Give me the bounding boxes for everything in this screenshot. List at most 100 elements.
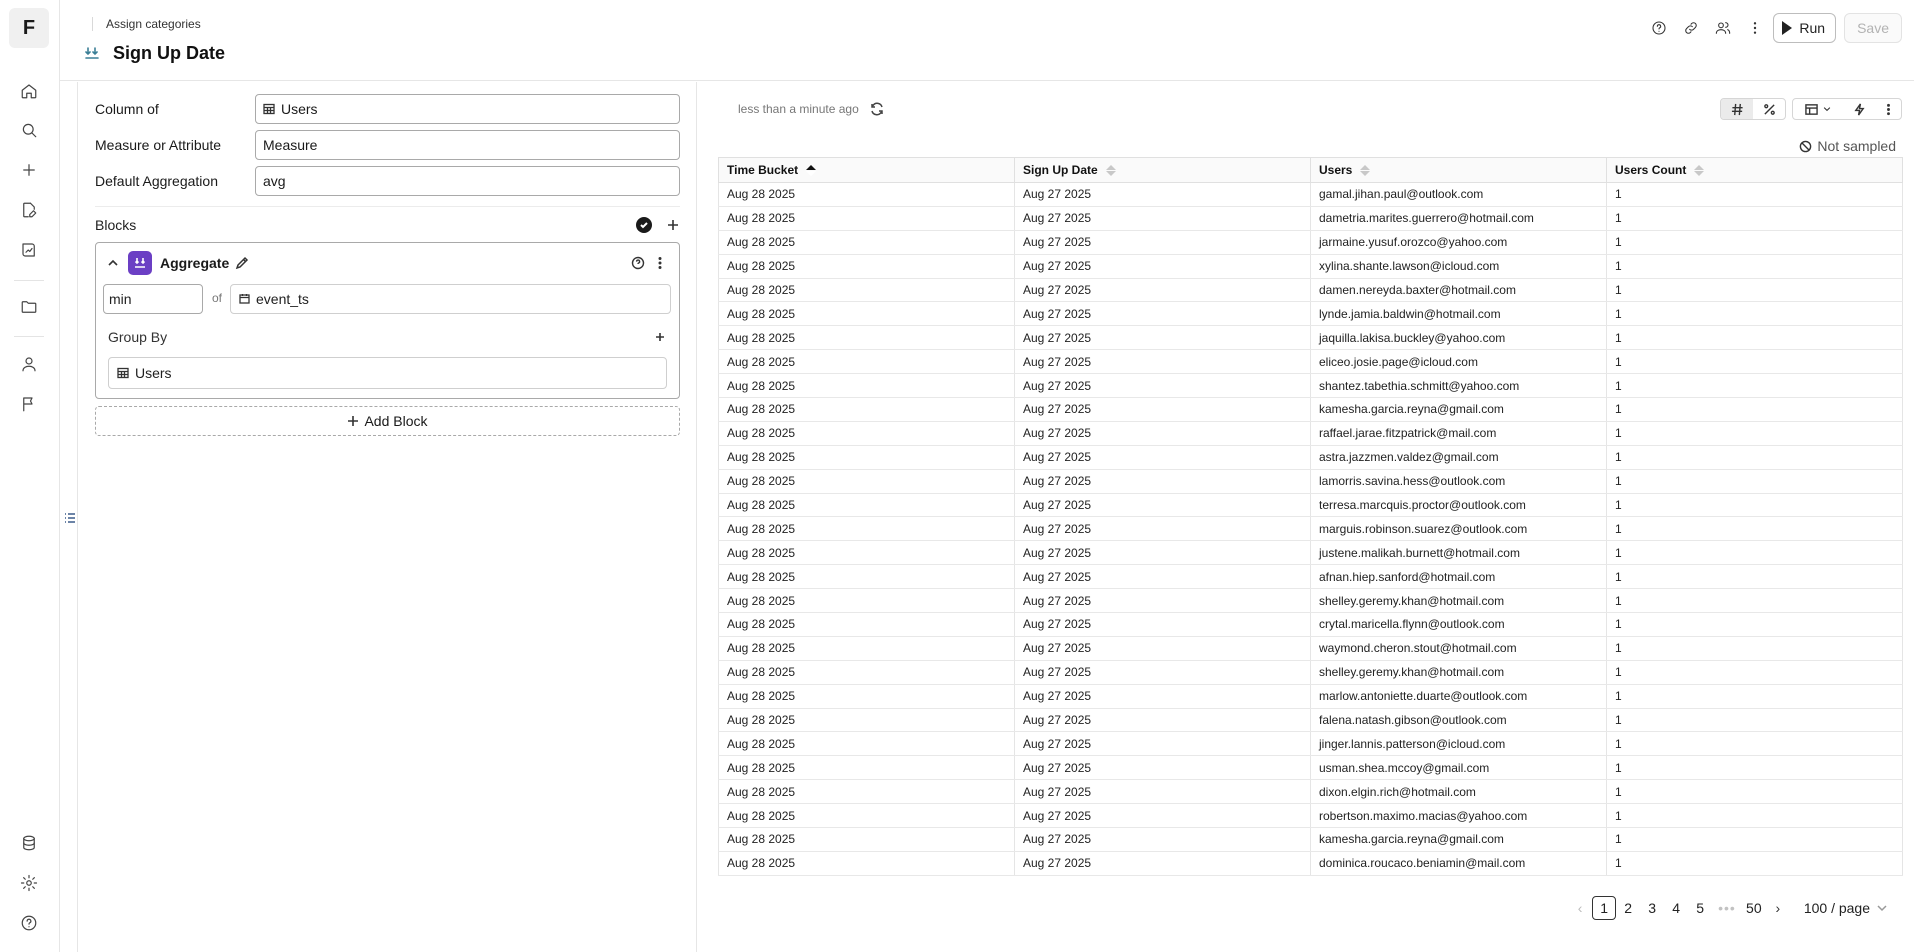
app-logo[interactable]: F [9,8,49,48]
aggregation-function-select[interactable]: min [103,284,203,314]
list-outline-icon[interactable] [64,511,76,523]
pencil-icon[interactable] [235,256,249,270]
table-body: Aug 28 2025 Aug 27 2025 gamal.jihan.paul@o… [718,182,1903,876]
table-row[interactable]: Aug 28 2025 Aug 27 2025 xylina.shante.laws… [718,254,1903,279]
help-icon[interactable] [1643,13,1675,43]
column-header-time-bucket[interactable]: Time Bucket [718,157,1015,183]
add-group-by-icon[interactable] [653,330,667,344]
column-header-users-count[interactable]: Users Count [1606,157,1903,183]
table-cell: 1 [1606,397,1903,422]
flag-icon[interactable] [18,393,40,415]
page-4[interactable]: 4 [1664,896,1688,920]
chevron-up-icon[interactable] [104,254,122,272]
table-row[interactable]: Aug 28 2025 Aug 27 2025 waymond.cheron.sto… [718,636,1903,661]
sort-icon[interactable] [1105,165,1116,177]
column-header-users[interactable]: Users [1310,157,1607,183]
prev-page-icon[interactable]: ‹ [1568,896,1592,920]
help-icon[interactable] [18,912,40,934]
more-vertical-icon[interactable] [1875,99,1901,119]
column-header-sign-up-date[interactable]: Sign Up Date [1014,157,1311,183]
table-cell: Aug 27 2025 [1014,588,1311,614]
breadcrumb[interactable]: Assign categories [106,17,201,31]
table-row[interactable]: Aug 28 2025 Aug 27 2025 jinger.lannis.patt… [718,731,1903,757]
table-row[interactable]: Aug 28 2025 Aug 27 2025 shelley.geremy.kha… [718,660,1903,685]
table-row[interactable]: Aug 28 2025 Aug 27 2025 raffael.jarae.fitz… [718,421,1903,446]
table-row[interactable]: Aug 28 2025 Aug 27 2025 lynde.jamia.baldwi… [718,301,1903,327]
table-row[interactable]: Aug 28 2025 Aug 27 2025 dametria.marites.g… [718,206,1903,231]
plus-icon[interactable] [18,159,40,181]
blocks-label: Blocks [95,217,137,233]
table-row[interactable]: Aug 28 2025 Aug 27 2025 eliceo.josie.page@… [718,349,1903,375]
number-format-icon[interactable] [1721,99,1753,119]
sort-icon[interactable] [1694,165,1705,177]
table-row[interactable]: Aug 28 2025 Aug 27 2025 gamal.jihan.paul@o… [718,182,1903,207]
next-page-icon[interactable]: › [1766,896,1790,920]
database-icon[interactable] [18,832,40,854]
home-icon[interactable] [18,80,40,102]
table-row[interactable]: Aug 28 2025 Aug 27 2025 falena.natash.gibs… [718,708,1903,733]
group-by-field[interactable]: Users [108,357,667,389]
table-cell: Aug 28 2025 [718,254,1015,279]
table-row[interactable]: Aug 28 2025 Aug 27 2025 astra.jazzmen.vald… [718,445,1903,470]
table-row[interactable]: Aug 28 2025 Aug 27 2025 shantez.tabethia.s… [718,373,1903,399]
sort-icon[interactable] [1360,165,1371,177]
table-row[interactable]: Aug 28 2025 Aug 27 2025 jarmaine.yusuf.oro… [718,230,1903,255]
table-cell: Aug 27 2025 [1014,349,1311,375]
table-row[interactable]: Aug 28 2025 Aug 27 2025 usman.shea.mccoy@g… [718,755,1903,781]
add-block-plus-icon[interactable] [666,218,680,232]
page-2[interactable]: 2 [1616,896,1640,920]
table-row[interactable]: Aug 28 2025 Aug 27 2025 marlow.antoniette.… [718,684,1903,709]
sort-ascending-icon[interactable] [806,165,817,177]
page-1[interactable]: 1 [1592,896,1617,920]
table-row[interactable]: Aug 28 2025 Aug 27 2025 justene.malikah.bu… [718,540,1903,566]
more-vertical-icon[interactable] [1739,13,1771,43]
sampling-status[interactable]: Not sampled [1799,138,1896,154]
page-3[interactable]: 3 [1640,896,1664,920]
file-edit-icon[interactable] [18,199,40,221]
table-row[interactable]: Aug 28 2025 Aug 27 2025 dixon.elgin.rich@h… [718,779,1903,805]
page-last[interactable]: 50 [1742,896,1766,920]
lightning-icon[interactable] [1843,99,1875,119]
page-ellipsis[interactable]: ••• [1712,900,1742,916]
table-cell: 1 [1606,349,1903,375]
help-icon[interactable] [627,252,649,274]
gear-icon[interactable] [18,872,40,894]
table-cell: 1 [1606,278,1903,303]
run-button[interactable]: Run [1773,13,1837,43]
user-icon[interactable] [18,353,40,375]
table-row[interactable]: Aug 28 2025 Aug 27 2025 marguis.robinson.s… [718,516,1903,542]
table-row[interactable]: Aug 28 2025 Aug 27 2025 robertson.maximo.m… [718,803,1903,829]
percent-format-icon[interactable] [1753,99,1785,119]
table-row[interactable]: Aug 28 2025 Aug 27 2025 shelley.geremy.kha… [718,588,1903,614]
table-cell: Aug 27 2025 [1014,325,1311,351]
table-row[interactable]: Aug 28 2025 Aug 27 2025 kamesha.garcia.rey… [718,827,1903,852]
table-row[interactable]: Aug 28 2025 Aug 27 2025 afnan.hiep.sanford… [718,564,1903,590]
chart-book-icon[interactable] [18,239,40,261]
table-row[interactable]: Aug 28 2025 Aug 27 2025 kamesha.garcia.rey… [718,397,1903,422]
table-row[interactable]: Aug 28 2025 Aug 27 2025 lamorris.savina.he… [718,469,1903,494]
page-size-select[interactable]: 100 / page [1804,900,1888,916]
table-row[interactable]: Aug 28 2025 Aug 27 2025 terresa.marcquis.p… [718,493,1903,518]
table-row[interactable]: Aug 28 2025 Aug 27 2025 jaquilla.lakisa.bu… [718,325,1903,351]
refresh-icon[interactable] [869,101,885,117]
table-row[interactable]: Aug 28 2025 Aug 27 2025 dominica.roucaco.b… [718,851,1903,876]
page-5[interactable]: 5 [1688,896,1712,920]
save-button[interactable]: Save [1844,13,1902,43]
table-cell: Aug 27 2025 [1014,564,1311,590]
link-icon[interactable] [1675,13,1707,43]
users-share-icon[interactable] [1707,13,1739,43]
folder-icon[interactable] [18,296,40,318]
default-agg-value: avg [263,173,286,189]
table-view-dropdown[interactable] [1793,99,1843,119]
aggregation-column-select[interactable]: event_ts [230,284,671,314]
default-agg-select[interactable]: avg [255,166,680,196]
table-row[interactable]: Aug 28 2025 Aug 27 2025 damen.nereyda.baxt… [718,278,1903,303]
table-row[interactable]: Aug 28 2025 Aug 27 2025 crytal.maricella.f… [718,612,1903,637]
measure-select[interactable]: Measure [255,130,680,160]
search-icon[interactable] [18,119,40,141]
more-vertical-icon[interactable] [649,252,671,274]
column-of-select[interactable]: Users [255,94,680,124]
check-circle-icon[interactable] [636,217,652,233]
measure-value: Measure [263,137,318,153]
add-block-button[interactable]: Add Block [95,406,680,436]
